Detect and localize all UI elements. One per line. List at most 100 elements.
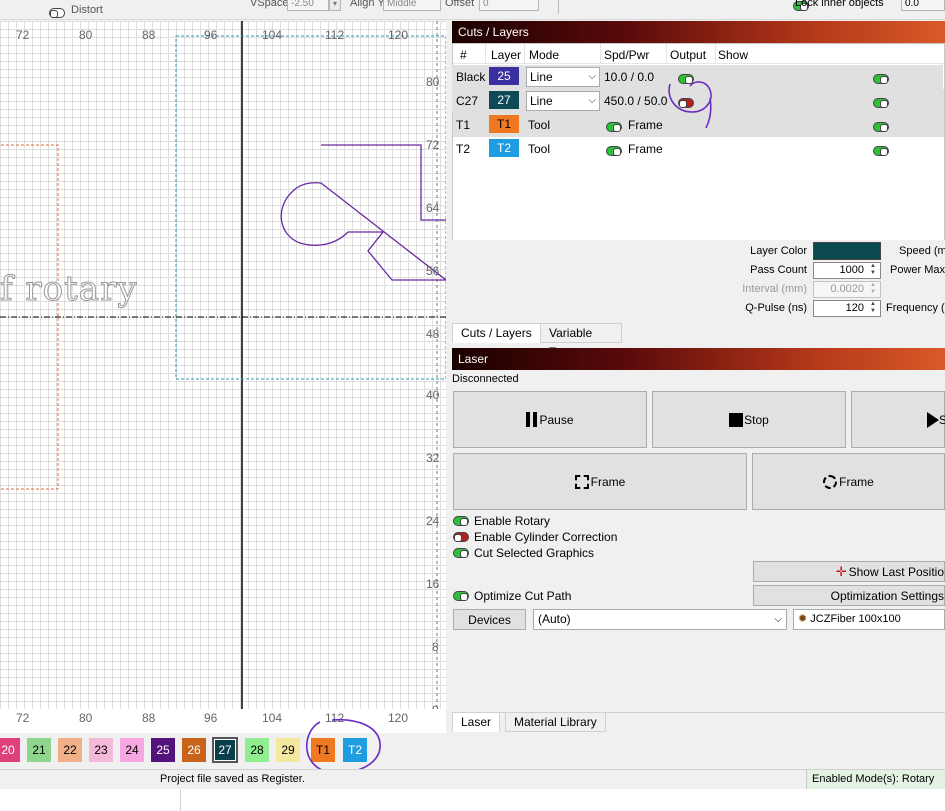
layer-spdpwr: Frame xyxy=(628,118,663,132)
tab-laser[interactable]: Laser xyxy=(452,712,501,732)
palette-swatch-24[interactable]: 24 xyxy=(120,738,144,762)
ruler-right-24: 24 xyxy=(426,514,440,528)
palette-swatch-25[interactable]: 25 xyxy=(151,738,175,762)
spin-arrows-icon[interactable]: ▲ ▼ xyxy=(867,301,879,315)
palette-swatch-22[interactable]: 22 xyxy=(58,738,82,762)
ruler-right-64: 64 xyxy=(426,201,440,215)
canvas-text-rotary[interactable]: f rotary xyxy=(0,269,138,310)
layer-swatch[interactable]: T2 xyxy=(489,139,519,157)
interval-label: Interval (mm) xyxy=(742,283,807,295)
ruler-right-80: 80 xyxy=(426,75,440,89)
vspace-label: VSpace xyxy=(250,0,289,9)
layer-row-t2[interactable]: T2 T2 Tool Frame xyxy=(452,137,943,161)
palette-swatch-28[interactable]: 28 xyxy=(245,738,269,762)
handwritten-circle-palette xyxy=(306,718,381,774)
purple-shape xyxy=(280,144,446,281)
layer-name: C27 xyxy=(456,94,479,108)
pass-count-value: 1000 xyxy=(839,264,864,276)
palette-swatch-27[interactable]: 27 xyxy=(212,737,238,763)
tab-variable-text[interactable]: Variable Text xyxy=(540,323,622,359)
tab-material-library[interactable]: Material Library xyxy=(505,712,606,732)
show-last-position-button[interactable]: ✛ Show Last Positio xyxy=(753,561,945,582)
layer-mode-select[interactable]: Line ⌵ xyxy=(526,91,600,111)
palette-swatch-23[interactable]: 23 xyxy=(89,738,113,762)
frame-circle-button[interactable]: Frame xyxy=(752,453,945,510)
optimization-settings-button[interactable]: Optimization Settings xyxy=(753,585,945,606)
palette-swatch-20[interactable]: 20 xyxy=(0,738,20,762)
layer-swatch[interactable]: 27 xyxy=(489,91,519,109)
canvas-drawing xyxy=(0,21,446,733)
offset-input[interactable]: 0 xyxy=(479,0,539,11)
frame-square-icon xyxy=(574,474,589,489)
ruler-right-48: 48 xyxy=(426,327,440,341)
qpulse-input[interactable]: 120 ▲ ▼ xyxy=(813,300,881,317)
ruler-right-8: 8 xyxy=(432,640,439,654)
enable-cylinder-toggle[interactable] xyxy=(453,532,469,542)
status-bar: Project file saved as Register. Enabled … xyxy=(0,769,945,789)
optimize-cut-path-toggle[interactable] xyxy=(453,591,469,601)
status-message: Project file saved as Register. xyxy=(160,773,305,785)
devices-button[interactable]: Devices xyxy=(453,609,526,630)
laser-panel: Laser Disconnected Pause Stop S Frame Fr… xyxy=(450,348,945,736)
top-toolbar: Distort VSpace -2.50 ▾ Align Y Middle Of… xyxy=(0,0,945,20)
col-divider xyxy=(485,44,486,64)
layer-spdpwr: 450.0 / 50.0 xyxy=(604,94,668,108)
enable-cylinder-option[interactable]: Enable Cylinder Correction xyxy=(453,530,617,544)
interval-input: 0.0020 ▲ ▼ xyxy=(813,281,881,298)
col-spdpwr: Spd/Pwr xyxy=(604,48,650,62)
distort-toggle[interactable] xyxy=(49,7,65,18)
enable-rotary-option[interactable]: Enable Rotary xyxy=(453,514,550,528)
toolbar-right-input[interactable]: 0.0 xyxy=(901,0,945,11)
start-button[interactable]: S xyxy=(851,391,945,448)
handwritten-circle-annotation xyxy=(668,81,712,129)
frame-button[interactable]: Frame xyxy=(453,453,747,510)
cuts-layers-columns: # Layer Mode Spd/Pwr Output Show xyxy=(453,44,944,64)
layer-mode: Tool xyxy=(528,142,551,156)
stop-button[interactable]: Stop xyxy=(652,391,846,448)
layer-swatch[interactable]: 25 xyxy=(489,67,519,85)
aligny-select[interactable]: Middle xyxy=(383,0,441,11)
frame-toggle[interactable] xyxy=(606,145,622,156)
palette-swatch-21[interactable]: 21 xyxy=(27,738,51,762)
aligny-label: Align Y xyxy=(350,0,385,9)
palette-swatch-26[interactable]: 26 xyxy=(182,738,206,762)
design-canvas[interactable]: f rotary 72 80 88 96 104 112 120 80 72 6… xyxy=(0,21,446,733)
optimize-cut-path-option[interactable]: Optimize Cut Path xyxy=(453,589,571,603)
enable-rotary-toggle[interactable] xyxy=(453,516,469,526)
device-name-field[interactable]: ✹ JCZFiber 100x100 xyxy=(793,609,945,630)
layer-show-toggle[interactable] xyxy=(873,73,890,84)
layer-show-toggle[interactable] xyxy=(873,121,890,132)
pass-count-input[interactable]: 1000 ▲ ▼ xyxy=(813,262,881,279)
layer-color-swatch[interactable] xyxy=(813,242,881,260)
vspace-input[interactable]: -2.50 xyxy=(287,0,329,11)
layer-swatch[interactable]: T1 xyxy=(489,115,519,133)
layer-show-toggle[interactable] xyxy=(873,145,890,156)
cut-selected-option[interactable]: Cut Selected Graphics xyxy=(453,546,594,560)
ruler-top-120: 120 xyxy=(388,28,409,42)
tab-cuts-layers[interactable]: Cuts / Layers xyxy=(452,323,541,343)
layer-mode-value: Line xyxy=(530,94,553,108)
cut-selected-toggle[interactable] xyxy=(453,548,469,558)
offset-label: Offset xyxy=(445,0,475,9)
chevron-down-icon: ⌵ xyxy=(774,614,782,625)
layer-name: T2 xyxy=(456,142,471,156)
lock-inner-label: Lock inner objects xyxy=(795,0,884,9)
crosshair-icon: ✛ xyxy=(835,563,847,579)
spin-arrows-icon[interactable]: ▲ ▼ xyxy=(867,263,879,277)
bottom-area xyxy=(0,789,945,811)
ruler-bottom-104: 104 xyxy=(262,711,283,725)
layer-color-label: Layer Color xyxy=(750,245,807,257)
ruler-right-32: 32 xyxy=(426,451,440,465)
vspace-spin[interactable]: ▾ xyxy=(329,0,341,11)
pause-button[interactable]: Pause xyxy=(453,391,647,448)
layer-mode-select[interactable]: Line ⌵ xyxy=(526,67,600,87)
layer-mode-value: Line xyxy=(530,70,553,84)
device-select[interactable]: (Auto) ⌵ xyxy=(533,609,787,630)
frequency-label: Frequency ( xyxy=(886,302,945,314)
frame-toggle[interactable] xyxy=(606,121,622,132)
cuts-layers-header: Cuts / Layers xyxy=(452,21,945,43)
start-label: S xyxy=(939,412,945,427)
ruler-right-16: 16 xyxy=(426,577,440,591)
chevron-down-icon: ⌵ xyxy=(588,95,596,106)
layer-show-toggle[interactable] xyxy=(873,97,890,108)
